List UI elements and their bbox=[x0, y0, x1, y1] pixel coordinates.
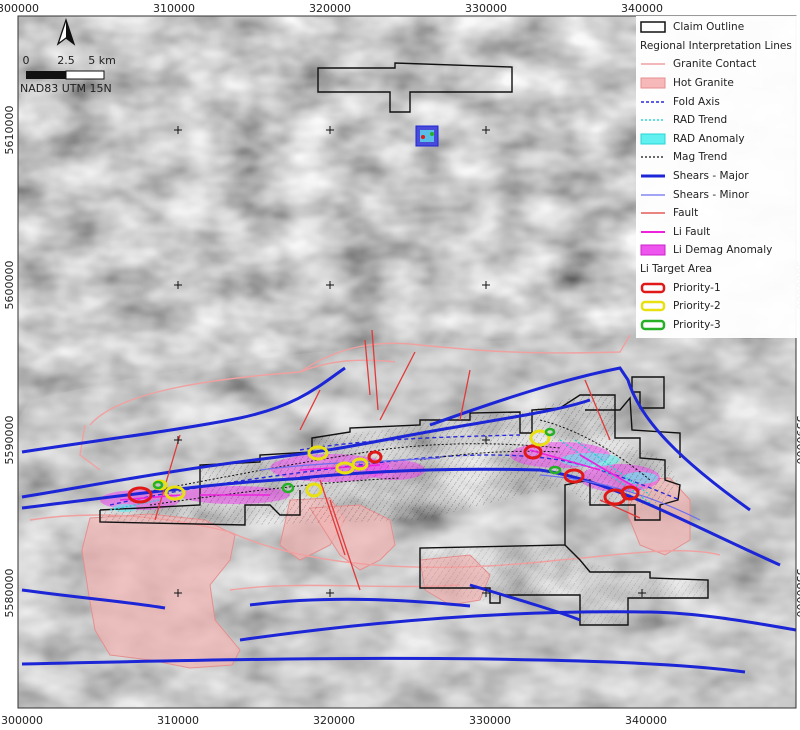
legend-label: Priority-3 bbox=[673, 318, 721, 331]
x-tick-label: 340000 bbox=[625, 714, 667, 727]
legend-label: Li Fault bbox=[673, 225, 711, 238]
scale-label: 5 km bbox=[88, 54, 116, 67]
shears-minor-swatch bbox=[638, 188, 668, 202]
northern-rad-anomaly bbox=[415, 125, 439, 147]
legend-label: Shears - Major bbox=[673, 170, 749, 183]
x-tick-label: 300000 bbox=[0, 2, 39, 15]
legend-rad-trend: RAD Trend bbox=[638, 111, 798, 130]
y-tick-label: 5590000 bbox=[3, 416, 16, 465]
granite-contact-swatch bbox=[638, 57, 668, 71]
priority-2-swatch bbox=[638, 299, 668, 313]
hot-granite-swatch bbox=[638, 76, 668, 90]
legend-label: Li Demag Anomaly bbox=[673, 244, 773, 257]
map-legend: Claim Outline Regional Interpretation Li… bbox=[636, 16, 800, 339]
x-tick-label: 310000 bbox=[153, 2, 195, 15]
fault-swatch bbox=[638, 206, 668, 220]
y-tick-label: 5610000 bbox=[3, 106, 16, 155]
fold-axis-swatch bbox=[638, 95, 668, 109]
legend-fold-axis: Fold Axis bbox=[638, 92, 798, 111]
legend-li-demag-anomaly: Li Demag Anomaly bbox=[638, 241, 798, 260]
datum-label: NAD83 UTM 15N bbox=[20, 82, 112, 95]
x-tick-label: 310000 bbox=[157, 714, 199, 727]
legend-priority-1: Priority-1 bbox=[638, 278, 798, 297]
legend-shears-minor: Shears - Minor bbox=[638, 185, 798, 204]
x-tick-label: 320000 bbox=[309, 2, 351, 15]
legend-heading-targets: Li Target Area bbox=[640, 262, 713, 275]
shears-major-swatch bbox=[638, 169, 668, 183]
legend-hot-granite: Hot Granite bbox=[638, 74, 798, 93]
legend-label: Priority-2 bbox=[673, 300, 721, 313]
priority-3-swatch bbox=[638, 318, 668, 332]
legend-li-fault: Li Fault bbox=[638, 223, 798, 242]
map-view[interactable]: 300000 310000 320000 330000 340000 30000… bbox=[0, 0, 800, 730]
x-tick-label: 320000 bbox=[313, 714, 355, 727]
legend-fault: Fault bbox=[638, 204, 798, 223]
y-tick-label: 5600000 bbox=[3, 261, 16, 310]
y-tick-label: 5590000 bbox=[794, 416, 800, 465]
legend-granite-contact: Granite Contact bbox=[638, 55, 798, 74]
legend-label: Priority-1 bbox=[673, 281, 721, 294]
legend-label: Hot Granite bbox=[673, 77, 734, 90]
legend-label: Shears - Minor bbox=[673, 188, 749, 201]
x-tick-label: 330000 bbox=[469, 714, 511, 727]
legend-label: RAD Trend bbox=[673, 114, 728, 127]
li-fault-swatch bbox=[638, 225, 668, 239]
claim-outline-swatch bbox=[638, 20, 668, 34]
legend-priority-2: Priority-2 bbox=[638, 297, 798, 316]
y-tick-label: 5580000 bbox=[794, 569, 800, 618]
legend-rad-anomaly: RAD Anomaly bbox=[638, 130, 798, 149]
x-tick-label: 330000 bbox=[465, 2, 507, 15]
scale-label: 0 bbox=[23, 54, 30, 67]
legend-label: Granite Contact bbox=[673, 58, 757, 71]
scale-label: 2.5 bbox=[57, 54, 75, 67]
legend-mag-trend: Mag Trend bbox=[638, 148, 798, 167]
x-tick-label: 340000 bbox=[621, 2, 663, 15]
legend-label: Claim Outline bbox=[673, 21, 745, 34]
rad-trend-swatch bbox=[638, 113, 668, 127]
legend-label: Mag Trend bbox=[673, 151, 728, 164]
rad-anomaly-swatch bbox=[638, 132, 668, 146]
x-tick-label: 300000 bbox=[1, 714, 43, 727]
mag-trend-swatch bbox=[638, 150, 668, 164]
legend-shears-major: Shears - Major bbox=[638, 167, 798, 186]
y-tick-label: 5580000 bbox=[3, 569, 16, 618]
li-demag-swatch bbox=[638, 243, 668, 257]
legend-label: RAD Anomaly bbox=[673, 132, 745, 145]
legend-priority-3: Priority-3 bbox=[638, 316, 798, 335]
legend-label: Fold Axis bbox=[673, 95, 720, 108]
priority-1-swatch bbox=[638, 281, 668, 295]
legend-heading-regional: Regional Interpretation Lines bbox=[640, 39, 792, 52]
legend-claim-outline: Claim Outline bbox=[638, 18, 798, 37]
legend-label: Fault bbox=[673, 207, 699, 220]
